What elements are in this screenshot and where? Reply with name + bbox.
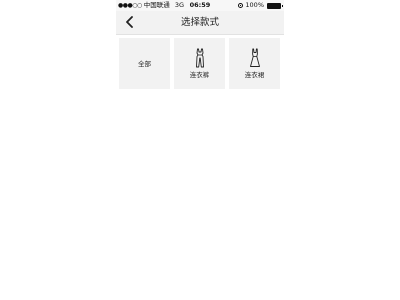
style-option-label: 连衣裙 <box>244 71 265 79</box>
battery-icon <box>267 2 283 9</box>
dress-icon <box>249 48 260 67</box>
carrier-name: 中国联通 <box>143 1 170 9</box>
network-type: 3G <box>174 1 185 9</box>
status-left: ●●●○○ 中国联通 3G <box>118 0 184 11</box>
style-option-label: 连衣裤 <box>189 71 210 79</box>
signal-dots-icon: ●●●○○ <box>118 2 142 9</box>
style-option-dress[interactable]: 连衣裙 <box>229 38 280 89</box>
status-bar: ●●●○○ 中国联通 3G 06:59 100% <box>116 0 284 11</box>
orientation-lock-icon <box>238 3 244 8</box>
jumpsuit-icon <box>195 48 204 68</box>
battery-percent: 100% <box>245 1 264 9</box>
page-title: 选择款式 <box>180 17 219 28</box>
style-option-jumpsuit[interactable]: 连衣裤 <box>174 38 225 89</box>
status-right: 100% <box>238 0 283 11</box>
phone-screen: ●●●○○ 中国联通 3G 06:59 100% 选择款式 全部 连衣裤 连衣裙 <box>116 0 284 300</box>
status-time: 06:59 <box>189 1 211 9</box>
style-option-all[interactable]: 全部 <box>119 38 170 89</box>
style-option-label: 全部 <box>138 59 151 68</box>
navigation-bar: 选择款式 <box>116 11 284 35</box>
